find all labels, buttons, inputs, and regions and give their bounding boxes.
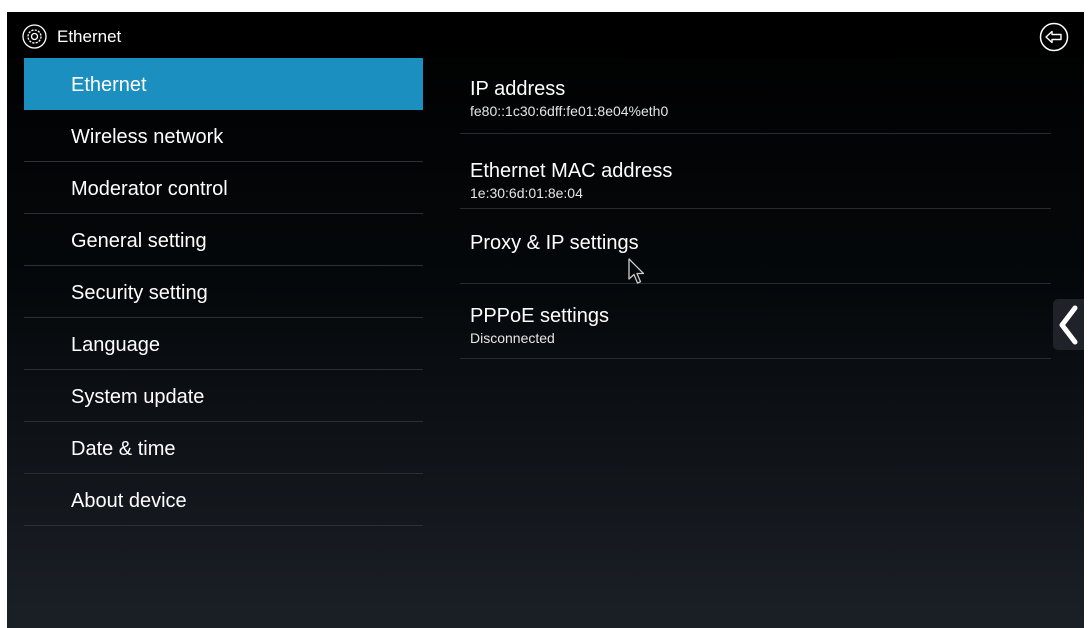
sidebar-item-about-device[interactable]: About device: [24, 474, 423, 526]
sidebar-item-label: System update: [71, 386, 205, 408]
side-panel-toggle[interactable]: [1053, 299, 1084, 350]
ip-address-row[interactable]: IP address fe80::1c30:6dff:fe01:8e04%eth…: [460, 67, 1051, 134]
sidebar-item-system-update[interactable]: System update: [24, 370, 423, 422]
title-bar: Ethernet: [7, 12, 1084, 58]
sidebar-item-label: Wireless network: [71, 126, 224, 148]
sidebar-item-label: Ethernet: [71, 74, 147, 96]
pppoe-settings-title: PPPoE settings: [470, 305, 609, 327]
page-title: Ethernet: [57, 27, 122, 46]
sidebar-item-ethernet[interactable]: Ethernet: [24, 58, 423, 110]
gear-icon: [22, 24, 47, 49]
sidebar-item-language[interactable]: Language: [24, 318, 423, 370]
settings-screen: Ethernet Ethernet Wireless network Moder…: [7, 12, 1084, 628]
pppoe-status: Disconnected: [470, 330, 555, 346]
proxy-ip-settings-row[interactable]: Proxy & IP settings: [460, 209, 1051, 284]
mac-address-title: Ethernet MAC address: [470, 160, 673, 182]
sidebar-item-label: About device: [71, 490, 187, 512]
pppoe-settings-row[interactable]: PPPoE settings Disconnected: [460, 284, 1051, 359]
mac-address-row[interactable]: Ethernet MAC address 1e:30:6d:01:8e:04: [460, 134, 1051, 209]
sidebar-item-label: Date & time: [71, 438, 176, 460]
ip-address-value: fe80::1c30:6dff:fe01:8e04%eth0: [470, 103, 669, 119]
sidebar-item-label: General setting: [71, 230, 207, 252]
ethernet-settings-list: IP address fe80::1c30:6dff:fe01:8e04%eth…: [460, 67, 1051, 359]
sidebar-item-label: Moderator control: [71, 178, 228, 200]
proxy-ip-settings-title: Proxy & IP settings: [470, 232, 639, 254]
sidebar-item-date-time[interactable]: Date & time: [24, 422, 423, 474]
mouse-pointer-icon: [628, 258, 645, 284]
sidebar-item-label: Language: [71, 334, 160, 356]
sidebar-item-moderator-control[interactable]: Moderator control: [24, 162, 423, 214]
sidebar-menu: Ethernet Wireless network Moderator cont…: [24, 58, 423, 526]
sidebar-item-wireless-network[interactable]: Wireless network: [24, 110, 423, 162]
ip-address-title: IP address: [470, 78, 566, 100]
sidebar-item-security-setting[interactable]: Security setting: [24, 266, 423, 318]
chevron-left-icon: [1059, 305, 1078, 345]
sidebar-item-label: Security setting: [71, 282, 208, 304]
sidebar-item-general-setting[interactable]: General setting: [24, 214, 423, 266]
back-arrow-icon[interactable]: [1039, 22, 1069, 52]
mac-address-value: 1e:30:6d:01:8e:04: [470, 185, 583, 201]
